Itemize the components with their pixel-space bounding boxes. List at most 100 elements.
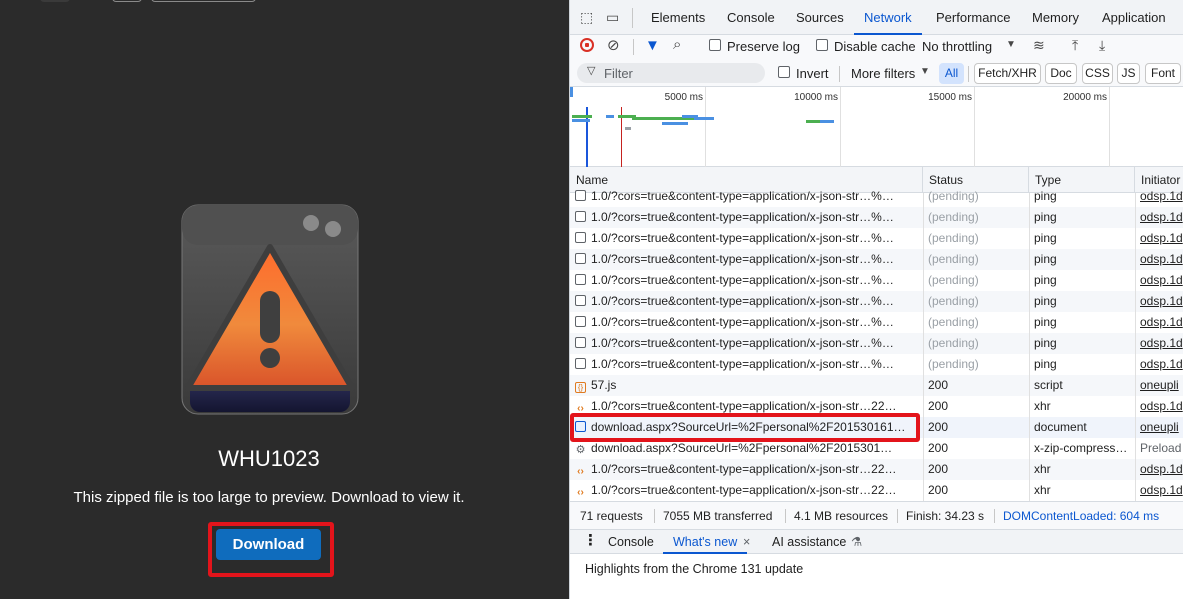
request-initiator-link[interactable]: odsp.1d: [1140, 312, 1183, 333]
request-status: (pending): [928, 252, 979, 266]
request-type: ping: [1034, 294, 1057, 308]
filter-funnel-icon[interactable]: ▼: [645, 38, 660, 53]
request-initiator-link[interactable]: oneupli: [1140, 417, 1183, 438]
filter-chip-css[interactable]: CSS: [1082, 63, 1113, 84]
filter-chip-doc[interactable]: Doc: [1045, 63, 1077, 84]
warning-illustration-icon: [180, 203, 360, 416]
request-name[interactable]: ‹› 1.0/?cors=true&content-type=applicatio…: [575, 396, 923, 417]
request-row[interactable]: 1.0/?cors=true&content-type=application/…: [570, 207, 1183, 228]
request-status: (pending): [928, 273, 979, 287]
filter-chip-js[interactable]: JS: [1117, 63, 1140, 84]
top-toolbar-button[interactable]: [40, 0, 70, 2]
request-initiator-link[interactable]: odsp.1d: [1140, 480, 1183, 501]
request-row[interactable]: 1.0/?cors=true&content-type=application/…: [570, 312, 1183, 333]
request-name[interactable]: download.aspx?SourceUrl=%2Fpersonal%2F20…: [575, 417, 923, 438]
request-name-text: 1.0/?cors=true&content-type=application/…: [591, 210, 894, 224]
tab-performance[interactable]: Performance: [936, 0, 1010, 35]
request-initiator-link[interactable]: odsp.1d: [1140, 228, 1183, 249]
request-count: 71 requests: [580, 509, 643, 523]
search-icon[interactable]: ⌕: [673, 37, 681, 52]
request-name[interactable]: 1.0/?cors=true&content-type=application/…: [575, 228, 923, 249]
request-row[interactable]: ‹› 1.0/?cors=true&content-type=applicatio…: [570, 480, 1183, 501]
close-icon[interactable]: ×: [743, 530, 750, 554]
invert-checkbox[interactable]: [778, 66, 790, 78]
request-checkbox-icon: [575, 295, 586, 306]
request-row[interactable]: 1.0/?cors=true&content-type=application/…: [570, 270, 1183, 291]
request-name[interactable]: ‹› 1.0/?cors=true&content-type=applicatio…: [575, 459, 923, 480]
drawer-tab-ai-assistance[interactable]: AI assistance: [772, 530, 846, 554]
request-row[interactable]: 1.0/?cors=true&content-type=application/…: [570, 186, 1183, 207]
import-har-icon[interactable]: ⤒: [1072, 38, 1078, 52]
timeline-selection-handle[interactable]: [570, 87, 573, 97]
tab-elements[interactable]: Elements: [651, 0, 705, 35]
request-row[interactable]: 1.0/?cors=true&content-type=application/…: [570, 249, 1183, 270]
request-initiator-link[interactable]: odsp.1d: [1140, 291, 1183, 312]
request-name[interactable]: ‹› 1.0/?cors=true&content-type=applicatio…: [575, 480, 923, 501]
drawer-tab-whats-new[interactable]: What's new: [662, 530, 748, 554]
request-name[interactable]: 1.0/?cors=true&content-type=application/…: [575, 186, 923, 207]
request-row[interactable]: 1.0/?cors=true&content-type=application/…: [570, 333, 1183, 354]
request-name[interactable]: {} 57.js: [575, 375, 923, 396]
request-name[interactable]: ⚙ download.aspx?SourceUrl=%2Fpersonal%2F2…: [575, 438, 923, 459]
request-name[interactable]: 1.0/?cors=true&content-type=application/…: [575, 333, 923, 354]
throttling-select[interactable]: No throttling: [922, 39, 992, 54]
request-initiator-link[interactable]: odsp.1d: [1140, 396, 1183, 417]
experiment-flask-icon: ⚗: [851, 535, 863, 549]
tab-console[interactable]: Console: [727, 0, 775, 35]
request-status: (pending): [928, 357, 979, 371]
tab-application[interactable]: Application: [1102, 0, 1166, 35]
request-initiator-link[interactable]: odsp.1d: [1140, 270, 1183, 291]
top-toolbar-button[interactable]: [151, 0, 256, 2]
request-row[interactable]: 1.0/?cors=true&content-type=application/…: [570, 228, 1183, 249]
request-name[interactable]: 1.0/?cors=true&content-type=application/…: [575, 270, 923, 291]
request-initiator-link[interactable]: odsp.1d: [1140, 354, 1183, 375]
preserve-log-checkbox[interactable]: [709, 39, 721, 51]
network-conditions-icon[interactable]: ≋: [1033, 38, 1045, 52]
filter-chip-fetch-xhr[interactable]: Fetch/XHR: [974, 63, 1041, 84]
filter-chip-font[interactable]: Font: [1145, 63, 1181, 84]
preserve-log-label: Preserve log: [727, 39, 800, 54]
filter-input[interactable]: ▽ Filter: [577, 63, 765, 83]
more-filters-dropdown[interactable]: More filters: [851, 66, 915, 81]
request-row[interactable]: ‹› 1.0/?cors=true&content-type=applicatio…: [570, 396, 1183, 417]
request-initiator-link[interactable]: odsp.1d: [1140, 249, 1183, 270]
tab-sources[interactable]: Sources: [796, 0, 844, 35]
disable-cache-checkbox[interactable]: [816, 39, 828, 51]
request-row[interactable]: ⚙ download.aspx?SourceUrl=%2Fpersonal%2F2…: [570, 438, 1183, 459]
request-initiator-link[interactable]: odsp.1d: [1140, 186, 1183, 207]
clear-icon[interactable]: ⊘: [607, 38, 620, 53]
tab-memory[interactable]: Memory: [1032, 0, 1079, 35]
request-row[interactable]: ‹› 1.0/?cors=true&content-type=applicatio…: [570, 459, 1183, 480]
request-initiator-link[interactable]: oneupli: [1140, 375, 1183, 396]
drawer-tab-console[interactable]: Console: [608, 530, 654, 554]
download-button[interactable]: Download: [216, 529, 321, 560]
request-row[interactable]: {} 57.js 200 script oneupli: [570, 375, 1183, 396]
request-initiator-link[interactable]: odsp.1d: [1140, 459, 1183, 480]
export-har-icon[interactable]: ⤓: [1099, 38, 1105, 52]
request-name[interactable]: 1.0/?cors=true&content-type=application/…: [575, 354, 923, 375]
inspect-element-icon[interactable]: ⬚: [580, 10, 593, 24]
request-name[interactable]: 1.0/?cors=true&content-type=application/…: [575, 291, 923, 312]
request-checkbox-icon: [575, 232, 586, 243]
column-divider: [923, 193, 924, 501]
request-row[interactable]: 1.0/?cors=true&content-type=application/…: [570, 354, 1183, 375]
request-status: (pending): [928, 210, 979, 224]
chevron-down-icon[interactable]: ▼: [920, 67, 930, 77]
record-stop-icon[interactable]: [580, 38, 594, 52]
request-name[interactable]: 1.0/?cors=true&content-type=application/…: [575, 312, 923, 333]
device-toolbar-icon[interactable]: ▭: [606, 10, 619, 24]
request-name[interactable]: 1.0/?cors=true&content-type=application/…: [575, 249, 923, 270]
filter-chip-all[interactable]: All: [939, 63, 964, 84]
request-row[interactable]: 1.0/?cors=true&content-type=application/…: [570, 291, 1183, 312]
drawer-menu-icon[interactable]: ⋮: [583, 530, 598, 554]
chevron-down-icon[interactable]: ▼: [1006, 40, 1016, 50]
network-overview-timeline[interactable]: 5000 ms 10000 ms 15000 ms 20000 ms: [570, 87, 1183, 167]
request-initiator-link[interactable]: odsp.1d: [1140, 333, 1183, 354]
xhr-request-icon: ‹›: [577, 487, 584, 498]
request-name[interactable]: 1.0/?cors=true&content-type=application/…: [575, 207, 923, 228]
request-initiator-link[interactable]: Preload: [1140, 438, 1183, 459]
request-row[interactable]: download.aspx?SourceUrl=%2Fpersonal%2F20…: [570, 417, 1183, 438]
request-initiator-link[interactable]: odsp.1d: [1140, 207, 1183, 228]
tab-network[interactable]: Network: [854, 0, 922, 35]
top-toolbar-button[interactable]: [112, 0, 142, 2]
